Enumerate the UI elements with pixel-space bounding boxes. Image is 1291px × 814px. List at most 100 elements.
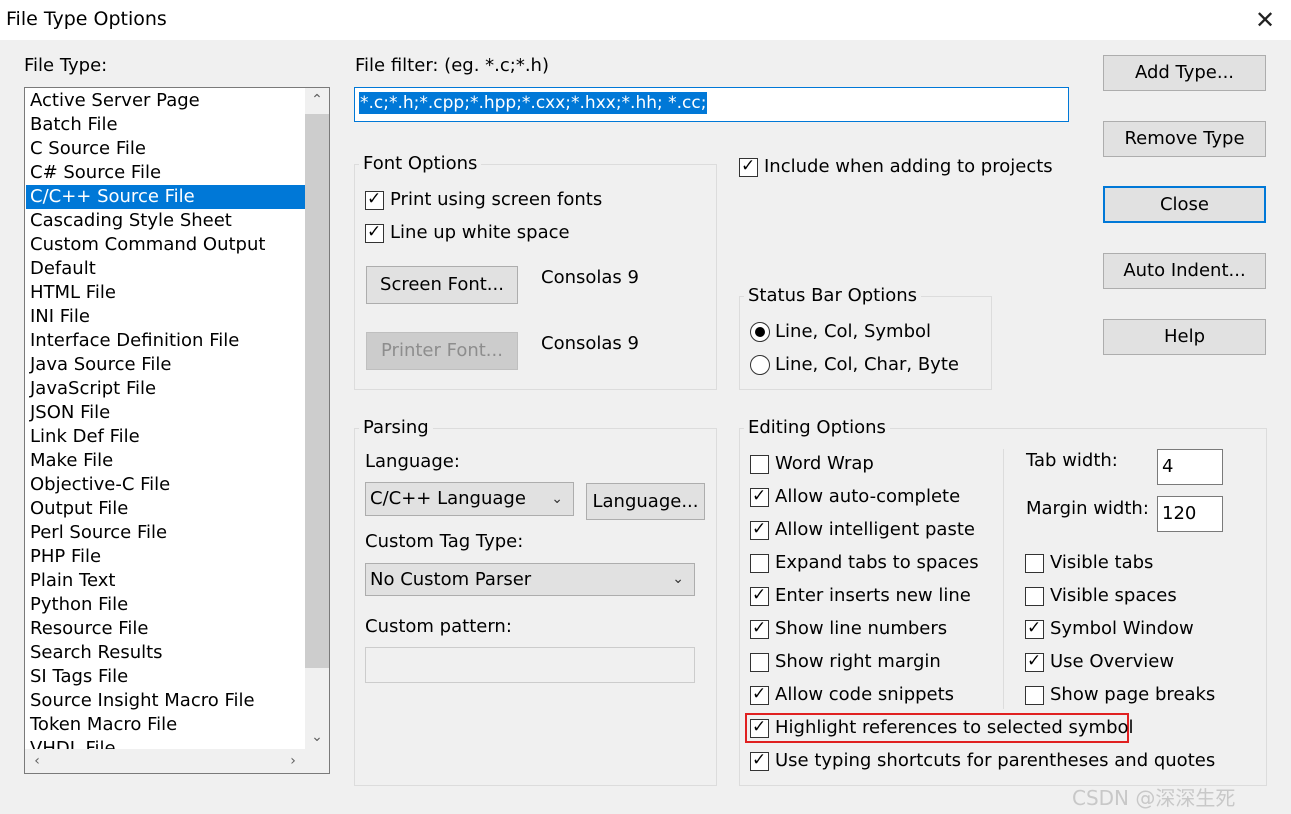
custom-tag-type-select[interactable]: No Custom Parser ⌄ <box>365 563 695 596</box>
list-item[interactable]: JSON File <box>26 401 305 425</box>
line-up-white-space-checkbox[interactable]: ✓ <box>365 222 384 243</box>
scroll-thumb[interactable] <box>305 114 329 668</box>
list-item[interactable]: HTML File <box>26 281 305 305</box>
list-item[interactable]: Make File <box>26 449 305 473</box>
list-item[interactable]: Link Def File <box>26 425 305 449</box>
list-item[interactable]: Source Insight Macro File <box>26 689 305 713</box>
include-projects-checkbox[interactable]: ✓ <box>739 156 758 177</box>
language-select-value: C/C++ Language <box>370 488 526 509</box>
use-overview-checkbox[interactable]: ✓ <box>1025 651 1044 672</box>
screen-font-button[interactable]: Screen Font... <box>366 266 518 304</box>
custom-pattern-input[interactable] <box>365 647 695 683</box>
horizontal-scrollbar[interactable]: ‹ › <box>25 749 305 773</box>
list-item[interactable]: Default <box>26 257 305 281</box>
typing-shortcuts-label: Use typing shortcuts for parentheses and… <box>775 750 1216 771</box>
list-item[interactable]: VHDL File <box>26 737 305 749</box>
visible-tabs-label: Visible tabs <box>1050 552 1154 573</box>
print-screen-fonts-label: Print using screen fonts <box>390 189 603 210</box>
enter-inserts-new-line-label: Enter inserts new line <box>775 585 971 606</box>
list-item[interactable]: Custom Command Output <box>26 233 305 257</box>
status-bar-options-title: Status Bar Options <box>744 285 922 306</box>
word-wrap-checkbox[interactable] <box>750 455 769 474</box>
check-icon: ✓ <box>1027 651 1042 671</box>
show-line-numbers-checkbox[interactable]: ✓ <box>750 618 769 639</box>
vertical-scrollbar[interactable]: ⌃ ⌄ <box>305 88 329 749</box>
check-icon: ✓ <box>1027 618 1042 638</box>
language-select[interactable]: C/C++ Language ⌄ <box>365 482 574 516</box>
allow-code-snippets-checkbox[interactable]: ✓ <box>750 684 769 705</box>
visible-spaces-checkbox[interactable] <box>1025 587 1044 606</box>
list-item[interactable]: Active Server Page <box>26 89 305 113</box>
list-item[interactable]: C# Source File <box>26 161 305 185</box>
language-button[interactable]: Language... <box>586 483 705 520</box>
list-item[interactable]: JavaScript File <box>26 377 305 401</box>
scroll-right-icon[interactable]: › <box>281 749 305 773</box>
show-right-margin-checkbox[interactable] <box>750 653 769 672</box>
window-title: File Type Options <box>6 8 167 30</box>
help-button[interactable]: Help <box>1103 319 1266 355</box>
list-item[interactable]: SI Tags File <box>26 665 305 689</box>
scroll-corner <box>305 749 329 773</box>
auto-indent-button[interactable]: Auto Indent... <box>1103 253 1266 289</box>
list-item[interactable]: C Source File <box>26 137 305 161</box>
list-item[interactable]: Batch File <box>26 113 305 137</box>
remove-type-button[interactable]: Remove Type <box>1103 121 1266 157</box>
line-col-char-byte-radio[interactable] <box>750 355 770 375</box>
custom-tag-type-label: Custom Tag Type: <box>365 531 524 552</box>
symbol-window-checkbox[interactable]: ✓ <box>1025 618 1044 639</box>
list-item[interactable]: Token Macro File <box>26 713 305 737</box>
show-page-breaks-checkbox[interactable] <box>1025 686 1044 705</box>
typing-shortcuts-checkbox[interactable]: ✓ <box>750 750 769 771</box>
check-icon: ✓ <box>752 618 767 638</box>
line-col-symbol-label: Line, Col, Symbol <box>775 321 932 342</box>
highlight-references-checkbox[interactable]: ✓ <box>750 717 769 738</box>
add-type-button[interactable]: Add Type... <box>1103 55 1266 91</box>
list-item[interactable]: Python File <box>26 593 305 617</box>
list-item[interactable]: Objective-C File <box>26 473 305 497</box>
check-icon: ✓ <box>752 486 767 506</box>
scroll-left-icon[interactable]: ‹ <box>25 749 49 773</box>
radio-dot <box>755 327 765 337</box>
font-options-title: Font Options <box>359 153 482 174</box>
list-item[interactable]: Resource File <box>26 617 305 641</box>
print-screen-fonts-checkbox[interactable]: ✓ <box>365 189 384 210</box>
allow-intelligent-paste-checkbox[interactable]: ✓ <box>750 519 769 540</box>
editing-options-title: Editing Options <box>744 417 890 438</box>
scroll-up-icon[interactable]: ⌃ <box>305 88 329 112</box>
check-icon: ✓ <box>367 222 382 242</box>
list-item[interactable]: Perl Source File <box>26 521 305 545</box>
close-button[interactable]: Close <box>1103 186 1266 223</box>
tab-width-input[interactable]: 4 <box>1157 449 1223 485</box>
screen-font-value: Consolas 9 <box>541 267 639 288</box>
show-line-numbers-label: Show line numbers <box>775 618 948 639</box>
close-window-icon[interactable]: ✕ <box>1248 4 1282 36</box>
list-item[interactable]: Output File <box>26 497 305 521</box>
chevron-down-icon: ⌄ <box>551 491 563 507</box>
allow-intelligent-paste-label: Allow intelligent paste <box>775 519 975 540</box>
custom-pattern-label: Custom pattern: <box>365 616 512 637</box>
line-col-symbol-radio[interactable] <box>750 322 770 342</box>
file-filter-label: File filter: (eg. *.c;*.h) <box>355 55 549 76</box>
expand-tabs-checkbox[interactable] <box>750 554 769 573</box>
include-projects-label: Include when adding to projects <box>764 156 1053 177</box>
file-type-list[interactable]: Active Server Page Batch File C Source Fil… <box>24 87 330 774</box>
list-item[interactable]: Search Results <box>26 641 305 665</box>
list-item[interactable]: Java Source File <box>26 353 305 377</box>
check-icon: ✓ <box>752 684 767 704</box>
allow-auto-complete-checkbox[interactable]: ✓ <box>750 486 769 507</box>
file-filter-input[interactable]: *.c;*.h;*.cpp;*.hpp;*.cxx;*.hxx;*.hh; *.… <box>354 87 1069 122</box>
list-item[interactable]: C/C++ Source File <box>26 185 305 209</box>
word-wrap-label: Word Wrap <box>775 453 874 474</box>
list-item[interactable]: Cascading Style Sheet <box>26 209 305 233</box>
list-item[interactable]: PHP File <box>26 545 305 569</box>
scroll-down-icon[interactable]: ⌄ <box>305 725 329 749</box>
enter-inserts-new-line-checkbox[interactable]: ✓ <box>750 585 769 606</box>
line-up-white-space-label: Line up white space <box>390 222 570 243</box>
list-item[interactable]: Interface Definition File <box>26 329 305 353</box>
list-item[interactable]: Plain Text <box>26 569 305 593</box>
visible-tabs-checkbox[interactable] <box>1025 554 1044 573</box>
margin-width-input[interactable]: 120 <box>1157 496 1223 532</box>
printer-font-button[interactable]: Printer Font... <box>366 332 518 370</box>
tab-width-label: Tab width: <box>1026 450 1118 471</box>
list-item[interactable]: INI File <box>26 305 305 329</box>
